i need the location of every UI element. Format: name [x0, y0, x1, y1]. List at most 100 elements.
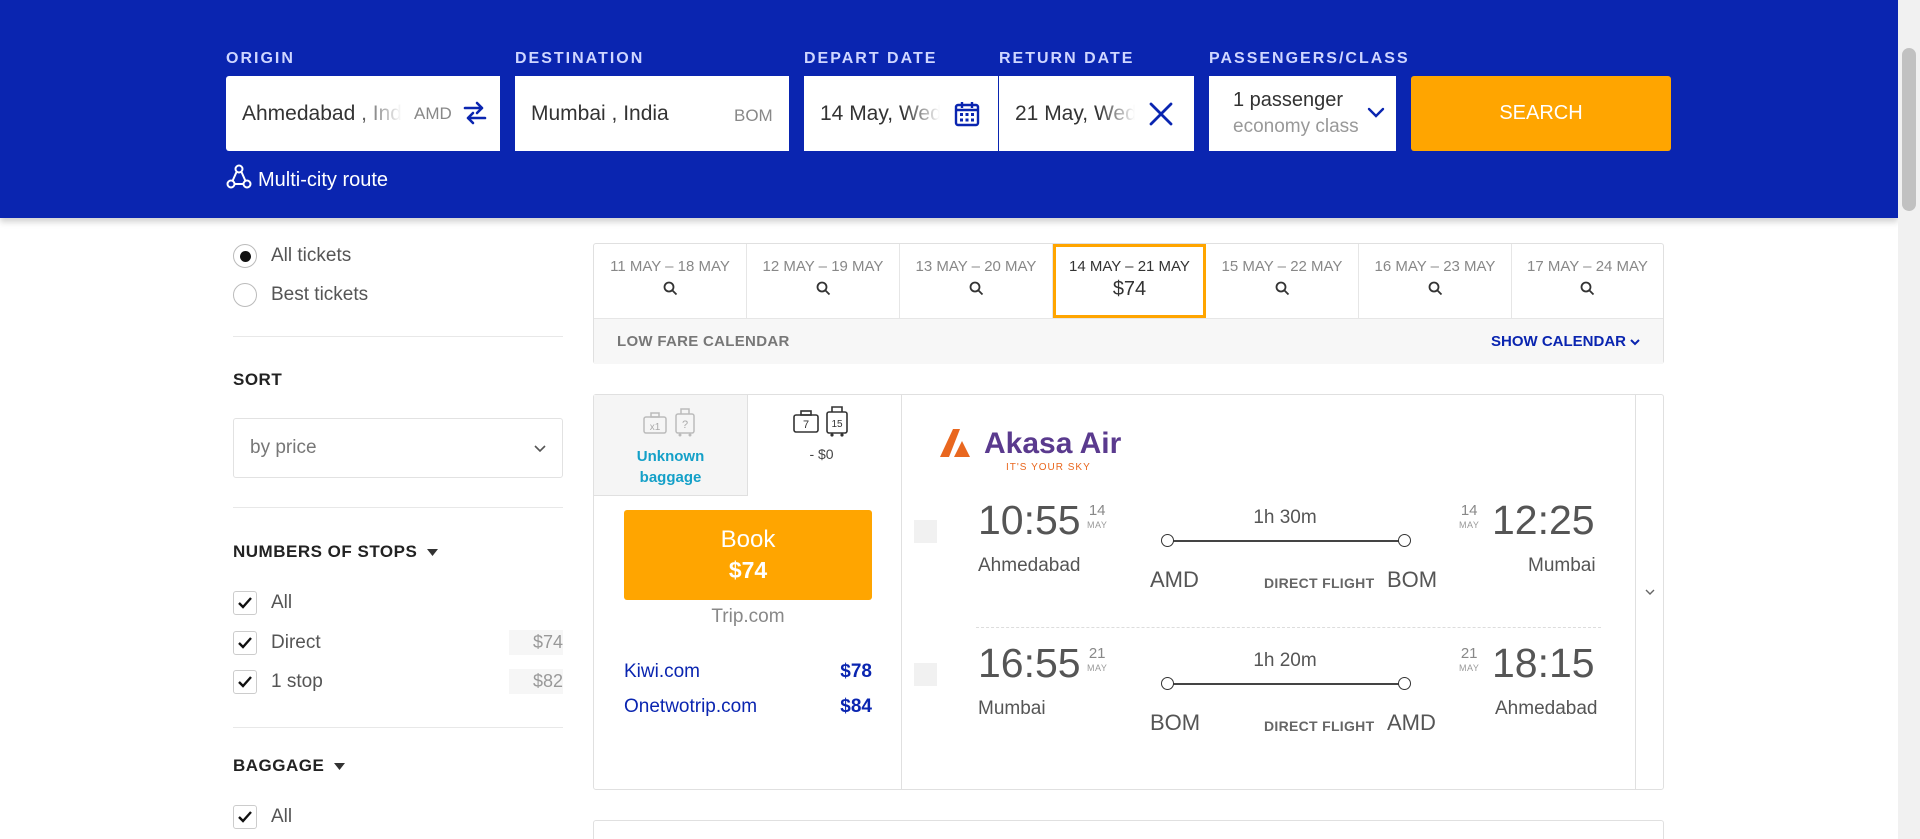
flight-type: DIRECT FLIGHT: [1264, 718, 1375, 734]
stops-option-direct[interactable]: Direct $74: [233, 630, 563, 655]
chevron-down-icon: [1645, 583, 1655, 601]
option-price: $82: [508, 669, 563, 694]
alt-agency: Kiwi.com: [624, 661, 701, 682]
option-label: 1 stop: [271, 670, 323, 692]
caret-down-icon: [334, 756, 346, 776]
checkbox[interactable]: [233, 805, 257, 829]
multi-city-label: Multi-city route: [258, 168, 389, 191]
calendar-icon[interactable]: [954, 100, 980, 133]
baggage-tab-unknown[interactable]: x1 ? Unknown baggage: [594, 395, 748, 496]
alt-offer-link[interactable]: Kiwi.com $78: [624, 661, 872, 683]
baggage-title: BAGGAGE: [233, 756, 325, 775]
date-option[interactable]: 17 MAY – 24 MAY: [1512, 244, 1663, 318]
passengers-label: PASSENGERS/CLASS: [1209, 50, 1410, 67]
stops-title: NUMBERS OF STOPS: [233, 542, 418, 561]
radio-button[interactable]: [233, 244, 257, 268]
search-header: ORIGIN DESTINATION DEPART DATE RETURN DA…: [0, 0, 1898, 218]
origin-label: ORIGIN: [226, 50, 295, 67]
baggage-included-icon: 7 15: [792, 405, 852, 442]
alt-offer-link[interactable]: Onetwotrip.com $84: [624, 696, 872, 718]
date-option[interactable]: 11 MAY – 18 MAY: [594, 244, 747, 318]
day-number: 14: [1088, 502, 1106, 519]
baggage-line-2: baggage: [639, 469, 702, 486]
scrollbar-thumb[interactable]: [1902, 48, 1916, 211]
search-button[interactable]: SEARCH: [1411, 76, 1671, 151]
date-option[interactable]: 12 MAY – 19 MAY: [747, 244, 900, 318]
radio-button[interactable]: [233, 283, 257, 307]
depart-date-input[interactable]: 14 May, Wed: [820, 102, 940, 126]
expand-details-button[interactable]: [1635, 395, 1663, 789]
book-label: Book: [720, 526, 776, 553]
show-calendar-link[interactable]: SHOW CALENDAR: [1491, 333, 1640, 350]
departure-day: 14 MAY: [1087, 503, 1107, 533]
search-icon: [1580, 281, 1595, 300]
show-calendar-label: SHOW CALENDAR: [1491, 333, 1626, 350]
divider: [233, 507, 563, 508]
search-icon: [969, 281, 984, 300]
booking-column: x1 ? Unknown baggage 7 15 - $0 Book $74 …: [594, 395, 902, 789]
clear-return-date-icon[interactable]: [1147, 100, 1175, 133]
swap-icon[interactable]: [462, 100, 488, 131]
segment-checkbox[interactable]: [914, 663, 937, 686]
cabin-class: economy class: [1233, 116, 1359, 137]
airline-logo: Akasa Air IT'S YOUR SKY: [938, 423, 1128, 480]
departure-time: 16:55: [978, 640, 1081, 686]
day-number: 21: [1460, 645, 1478, 662]
agency-name: Trip.com: [711, 606, 785, 627]
destination-field[interactable]: Mumbai , India BOM: [515, 76, 789, 151]
return-date-input[interactable]: 21 May, Wed: [1015, 102, 1135, 126]
departure-city: Mumbai: [978, 698, 1046, 719]
date-range: 12 MAY – 19 MAY: [762, 258, 884, 275]
stops-option-1-stop[interactable]: 1 stop $82: [233, 669, 563, 694]
checkbox[interactable]: [233, 591, 257, 615]
search-icon: [816, 281, 831, 300]
return-date-field[interactable]: 21 May, Wed: [999, 76, 1194, 151]
arrival-time: 18:15: [1492, 640, 1595, 686]
depart-date-field[interactable]: 14 May, Wed: [804, 76, 998, 151]
destination-code: BOM: [734, 106, 773, 125]
sort-select[interactable]: by price: [233, 418, 563, 478]
checkbox[interactable]: [233, 630, 257, 655]
baggage-filter-toggle[interactable]: BAGGAGE: [233, 756, 346, 776]
chevron-down-icon[interactable]: [1367, 106, 1385, 125]
baggage-option-all[interactable]: All: [233, 805, 563, 829]
depart-date-label: DEPART DATE: [804, 50, 938, 67]
radio-best-tickets[interactable]: Best tickets: [233, 283, 368, 307]
hand-baggage-kg: 7: [802, 419, 808, 431]
divider: [233, 727, 563, 728]
page-scrollbar[interactable]: [1898, 0, 1920, 839]
stops-option-all[interactable]: All: [233, 591, 563, 615]
date-option[interactable]: 15 MAY – 22 MAY: [1206, 244, 1359, 318]
book-button[interactable]: Book $74: [624, 510, 872, 600]
destination-label: DESTINATION: [515, 50, 645, 67]
alt-agency: Onetwotrip.com: [624, 696, 758, 717]
baggage-tab-included[interactable]: 7 15 - $0: [748, 395, 895, 496]
multi-city-link[interactable]: Multi-city route: [226, 164, 388, 196]
segment-checkbox[interactable]: [914, 520, 937, 543]
day-number: 14: [1460, 502, 1478, 519]
day-month: MAY: [1087, 663, 1108, 673]
option-label: Direct: [271, 631, 321, 653]
route-dot: [1161, 534, 1174, 547]
day-month: MAY: [1459, 663, 1480, 673]
radio-all-tickets[interactable]: All tickets: [233, 244, 351, 268]
alt-price: $84: [840, 696, 872, 717]
date-range: 15 MAY – 22 MAY: [1221, 258, 1343, 275]
route-icon: [226, 164, 252, 196]
checkbox[interactable]: [233, 669, 257, 694]
passengers-class-field[interactable]: 1 passenger economy class: [1209, 76, 1396, 151]
date-option[interactable]: 16 MAY – 23 MAY: [1359, 244, 1512, 318]
arrival-city: Ahmedabad: [1495, 698, 1598, 719]
origin-input[interactable]: Ahmedabad , India: [242, 102, 402, 126]
arrival-time: 12:25: [1492, 497, 1595, 543]
date-option[interactable]: 13 MAY – 20 MAY: [900, 244, 1053, 318]
date-strip: 11 MAY – 18 MAY 12 MAY – 19 MAY 13 MAY –…: [593, 243, 1664, 364]
option-label: All: [271, 592, 293, 613]
date-option-selected[interactable]: 14 MAY – 21 MAY $74: [1053, 244, 1206, 318]
airline-name: Akasa Air: [984, 427, 1122, 460]
date-range: 11 MAY – 18 MAY: [610, 258, 730, 275]
stops-filter-toggle[interactable]: NUMBERS OF STOPS: [233, 542, 439, 562]
origin-field[interactable]: Ahmedabad , India AMD: [226, 76, 500, 151]
book-price: $74: [728, 557, 768, 583]
destination-input[interactable]: Mumbai , India: [531, 102, 669, 126]
